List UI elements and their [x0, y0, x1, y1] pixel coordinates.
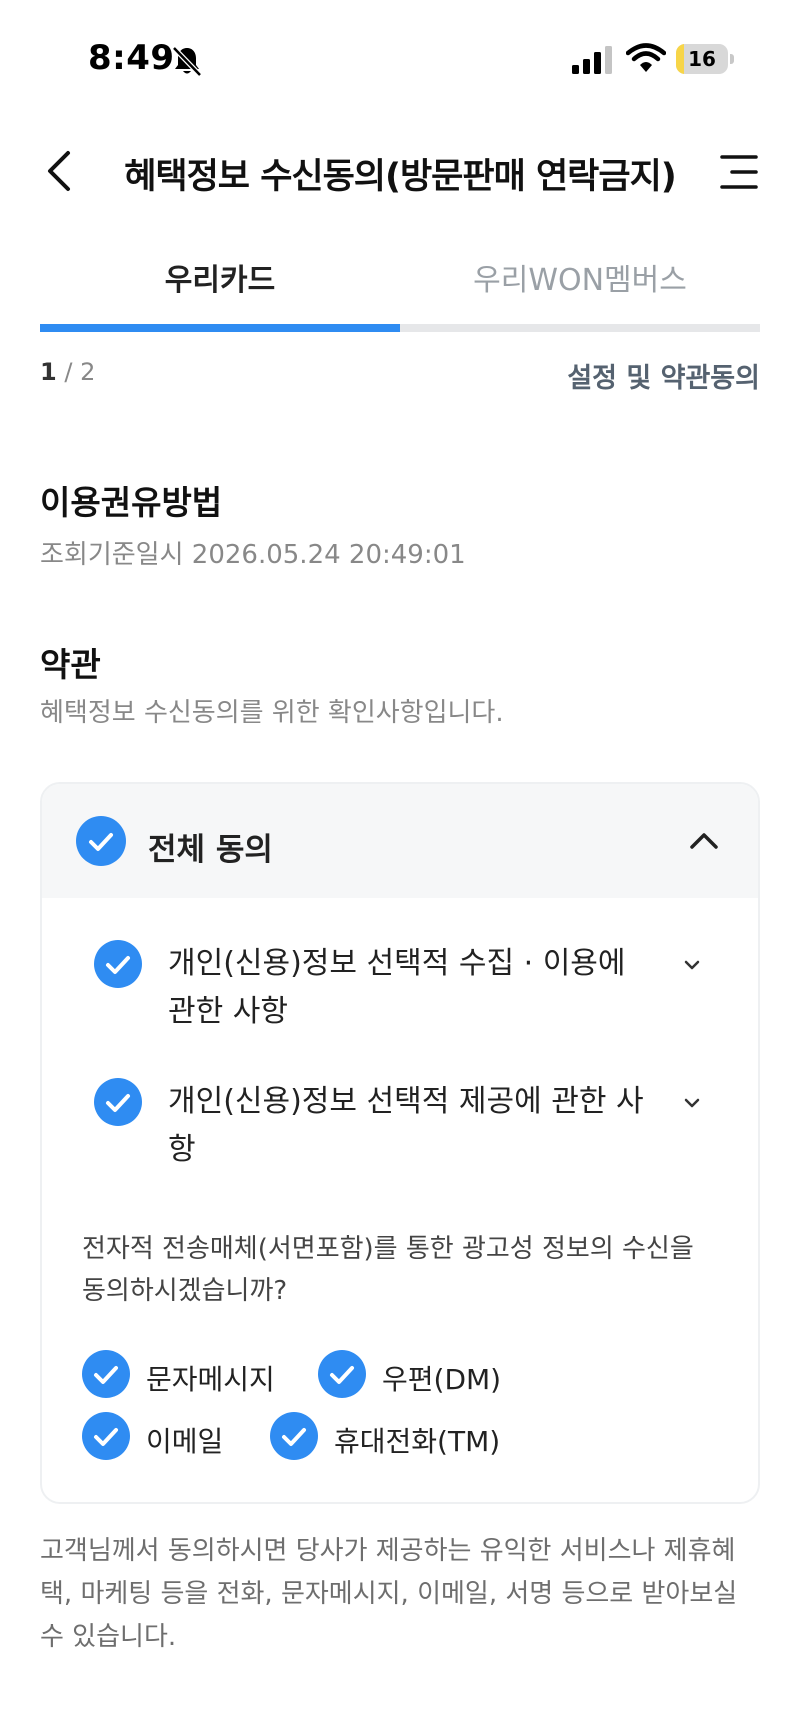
page-separator: /: [64, 358, 73, 386]
battery-icon: 16: [676, 44, 734, 74]
sms-label[interactable]: 문자메시지: [146, 1358, 275, 1398]
page-counter: 1 / 2: [40, 358, 95, 386]
signal-icon: [572, 46, 612, 74]
tab-woori-card[interactable]: 우리카드: [40, 255, 400, 299]
phone-tm-label[interactable]: 휴대전화(TM): [334, 1420, 500, 1460]
query-timestamp: 조회기준일시 2026.05.24 20:49:01: [40, 540, 466, 570]
chevron-up-icon[interactable]: [687, 824, 721, 858]
check-icon: [94, 1428, 118, 1446]
agree-all-row[interactable]: 전체 동의: [42, 784, 758, 898]
check-icon: [89, 833, 113, 851]
agreement-card: 전체 동의 개인(신용)정보 선택적 수집 · 이용에 관한 사항 개인(신용)…: [40, 782, 760, 1504]
consent-question: 전자적 전송매체(서면포함)를 통한 광고성 정보의 수신을 동의하시겠습니까?: [82, 1234, 694, 1306]
progress-indicator: [40, 324, 400, 332]
settings-terms-link[interactable]: 설정 및 약관동의: [567, 356, 760, 395]
mail-dm-label[interactable]: 우편(DM): [382, 1358, 501, 1398]
email-checkbox[interactable]: [82, 1412, 130, 1460]
wifi-icon: [626, 43, 666, 72]
page-title: 혜택정보 수신동의(방문판매 연락금지): [124, 157, 677, 197]
agree-all-checkbox[interactable]: [76, 816, 126, 866]
item-label-collection[interactable]: 개인(신용)정보 선택적 수집 · 이용에 관한 사항: [168, 940, 658, 1036]
consent-notice: 고객님께서 동의하시면 당사가 제공하는 유익한 서비스나 제휴혜택, 마케팅 …: [40, 1536, 738, 1652]
status-time: 8:49: [88, 38, 175, 78]
tab-woori-won-members[interactable]: 우리WON멤버스: [400, 255, 760, 299]
tab-bar: 우리카드 우리WON멤버스: [40, 255, 760, 335]
check-icon: [330, 1366, 354, 1384]
phone-tm-checkbox[interactable]: [270, 1412, 318, 1460]
mail-dm-checkbox[interactable]: [318, 1350, 366, 1398]
method-title: 이용권유방법: [40, 483, 223, 522]
chevron-down-icon[interactable]: [677, 950, 707, 980]
agree-all-label: 전체 동의: [148, 832, 273, 868]
menu-icon[interactable]: [720, 152, 760, 192]
sms-checkbox[interactable]: [82, 1350, 130, 1398]
check-icon: [282, 1428, 306, 1446]
item-checkbox-provision[interactable]: [94, 1078, 142, 1126]
terms-description: 혜택정보 수신동의를 위한 확인사항입니다.: [40, 698, 504, 728]
email-label[interactable]: 이메일: [146, 1420, 223, 1460]
item-checkbox-collection[interactable]: [94, 940, 142, 988]
terms-title: 약관: [40, 645, 101, 684]
check-icon: [106, 956, 130, 974]
battery-level: 16: [688, 47, 716, 71]
check-icon: [94, 1366, 118, 1384]
chevron-down-icon[interactable]: [677, 1088, 707, 1118]
bell-slash-icon: [172, 46, 202, 77]
page-total: 2: [80, 358, 96, 386]
status-bar: 8:49 16: [0, 0, 800, 120]
check-icon: [106, 1094, 130, 1112]
page-current: 1: [40, 358, 57, 386]
item-label-provision[interactable]: 개인(신용)정보 선택적 제공에 관한 사항: [168, 1078, 658, 1174]
